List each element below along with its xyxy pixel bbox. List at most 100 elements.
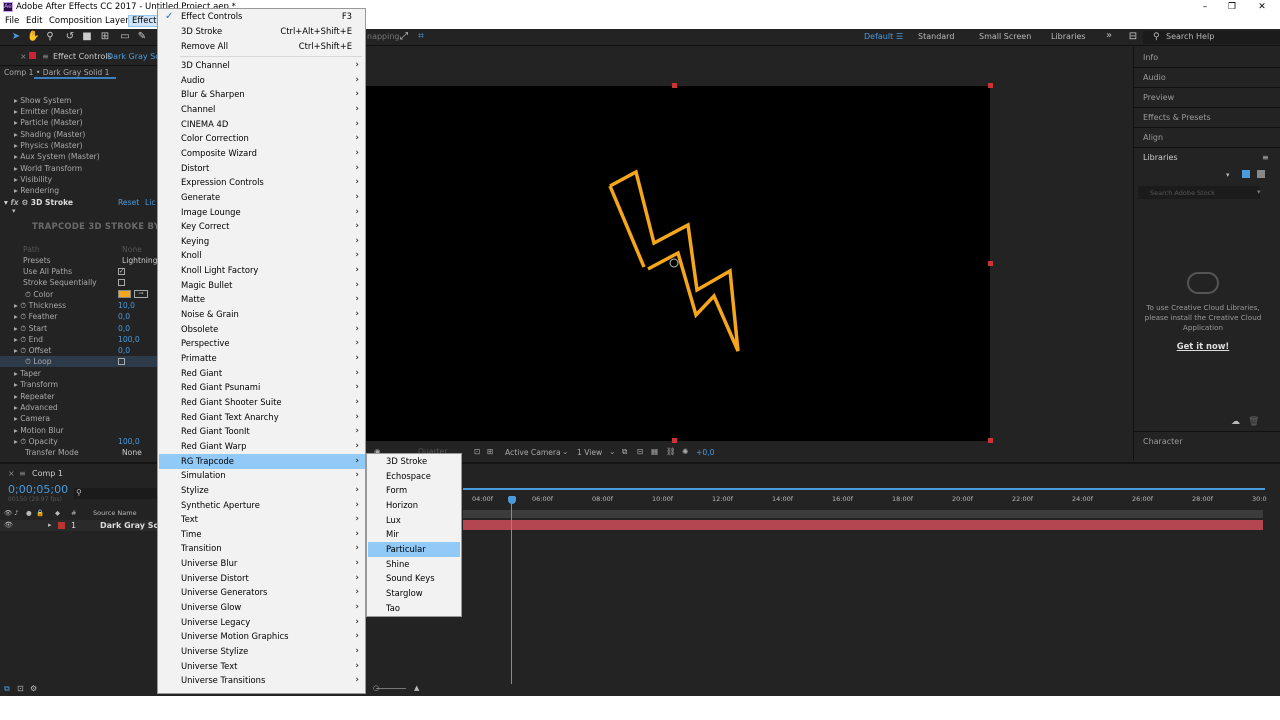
menu-category-time[interactable]: Time › <box>159 527 365 542</box>
group-repeater[interactable]: ▸ Repeater <box>14 391 55 402</box>
comp-1-tab[interactable]: Comp 1 <box>32 469 63 478</box>
chevron-down-icon[interactable]: ▾ <box>1226 171 1230 179</box>
menu-layer[interactable]: Layer <box>105 16 129 26</box>
menu-category-3d-channel[interactable]: 3D Channel › <box>159 58 365 73</box>
opacity-value[interactable]: 100,0 <box>118 436 140 447</box>
playhead-handle[interactable] <box>508 496 516 504</box>
group-visibility[interactable]: ▸ Visibility <box>14 174 52 185</box>
zoom-slider[interactable] <box>376 688 406 689</box>
transparency-grid-icon[interactable]: ⊞ <box>487 447 493 456</box>
menu-category-universe-transitions[interactable]: Universe Transitions › <box>159 673 365 688</box>
group-advanced[interactable]: ▸ Advanced <box>14 402 58 413</box>
transfer-mode-dropdown[interactable]: None <box>122 447 142 458</box>
submenu-item-mir[interactable]: Mir <box>368 527 460 542</box>
fast-previews-icon[interactable]: ⊟ <box>637 447 643 456</box>
group-rendering[interactable]: ▸ Rendering <box>14 185 59 196</box>
zoom-in-icon[interactable]: ▲ <box>414 684 419 692</box>
menu-category-key-correct[interactable]: Key Correct › <box>159 219 365 234</box>
cloud-sync-icon[interactable]: ☁ <box>1231 417 1240 427</box>
menu-item-effect-controls[interactable]: ✓ Effect Controls F3 <box>159 9 365 24</box>
menu-category-knoll[interactable]: Knoll › <box>159 248 365 263</box>
effect-controls-layer[interactable]: Dark Gray Soli <box>107 52 165 61</box>
audio-column-icon[interactable]: ♪ <box>14 509 18 517</box>
adobe-stock-search[interactable]: Search Adobe Stock <box>1138 186 1260 199</box>
get-it-now-link[interactable]: Get it now! <box>1140 341 1266 351</box>
layer-handle[interactable] <box>988 83 993 88</box>
submenu-item-shine[interactable]: Shine <box>368 557 460 572</box>
group-transform[interactable]: ▸ Transform <box>14 379 58 390</box>
list-view-icon[interactable] <box>1257 170 1265 178</box>
grid-view-icon[interactable] <box>1242 170 1250 178</box>
toggle-pixel-aspect-icon[interactable]: ⧉ <box>622 447 627 457</box>
eye-icon[interactable]: 👁 <box>4 521 13 529</box>
menu-category-text[interactable]: Text › <box>159 512 365 527</box>
current-timecode[interactable]: 0;00;05;00 <box>8 483 68 496</box>
panel-effects-presets[interactable]: Effects & Presets <box>1143 113 1211 122</box>
layer-handle[interactable] <box>988 438 993 443</box>
start-value[interactable]: 0,0 <box>118 323 130 334</box>
menu-category-red-giant-toonit[interactable]: Red Giant ToonIt › <box>159 424 365 439</box>
menu-category-rg-trapcode[interactable]: RG Trapcode › <box>159 453 365 469</box>
visibility-column-icon[interactable]: 👁 <box>4 509 12 517</box>
stroke-sequentially-checkbox[interactable] <box>118 279 125 286</box>
time-ruler[interactable]: 04:00f 06:00f 08:00f 10:00f 12:00f 14:00… <box>463 488 1267 508</box>
end-value[interactable]: 100,0 <box>118 334 140 345</box>
menu-category-audio[interactable]: Audio › <box>159 73 365 88</box>
group-motion-blur[interactable]: ▸ Motion Blur <box>14 425 64 436</box>
exposure-icon[interactable]: ✺ <box>682 447 688 456</box>
group-emitter[interactable]: ▸ Emitter (Master) <box>14 106 83 117</box>
panel-info[interactable]: Info <box>1143 53 1158 62</box>
color-swatch[interactable] <box>118 290 131 298</box>
panel-libraries[interactable]: Libraries <box>1143 153 1178 162</box>
menu-category-simulation[interactable]: Simulation › <box>159 468 365 483</box>
effect-controls-tab[interactable]: Effect Controls <box>53 52 112 61</box>
lock-column-icon[interactable]: 🔒 <box>36 509 44 517</box>
menu-category-blur-sharpen[interactable]: Blur & Sharpen › <box>159 87 365 102</box>
loop-checkbox[interactable] <box>118 358 125 365</box>
menu-category-channel[interactable]: Channel › <box>159 102 365 117</box>
rectangle-tool-icon[interactable]: ▭ <box>119 31 131 43</box>
search-help-input[interactable]: Search Help <box>1166 32 1214 41</box>
toggle-switches-icon[interactable]: ⧉ <box>4 684 10 694</box>
menu-category-universe-motion-graphics[interactable]: Universe Motion Graphics › <box>159 629 365 644</box>
panel-character[interactable]: Character <box>1143 437 1183 446</box>
menu-category-matte[interactable]: Matte › <box>159 292 365 307</box>
label-column-icon[interactable]: ◆ <box>55 509 60 517</box>
menu-category-red-giant-text-anarchy[interactable]: Red Giant Text Anarchy › <box>159 410 365 425</box>
hand-tool-icon[interactable]: ✋ <box>27 31 39 43</box>
menu-category-universe-legacy[interactable]: Universe Legacy › <box>159 615 365 630</box>
menu-item-remove-all[interactable]: Remove All Ctrl+Shift+E <box>159 39 365 54</box>
menu-category-composite-wizard[interactable]: Composite Wizard › <box>159 146 365 161</box>
chevron-down-icon[interactable]: ▾ <box>1257 188 1261 196</box>
workspace-standard[interactable]: Standard <box>918 32 954 41</box>
expand-arrow-icon[interactable]: ▸ <box>48 521 52 529</box>
layer-handle[interactable] <box>672 83 677 88</box>
submenu-item-sound-keys[interactable]: Sound Keys <box>368 571 460 586</box>
menu-category-red-giant-shooter-suite[interactable]: Red Giant Shooter Suite › <box>159 395 365 410</box>
close-tab-icon[interactable]: × <box>8 469 15 478</box>
menu-composition[interactable]: Composition <box>49 16 102 26</box>
menu-category-transition[interactable]: Transition › <box>159 541 365 556</box>
sync-settings-icon[interactable]: ⊟ <box>1127 31 1139 43</box>
menu-category-universe-distort[interactable]: Universe Distort › <box>159 571 365 586</box>
menu-category-obsolete[interactable]: Obsolete › <box>159 322 365 337</box>
menu-category-primatte[interactable]: Primatte › <box>159 351 365 366</box>
collapse-arrow-icon[interactable]: ▾ <box>12 207 16 215</box>
zoom-out-icon[interactable]: ○ <box>373 684 379 692</box>
menu-category-keying[interactable]: Keying › <box>159 234 365 249</box>
group-aux-system[interactable]: ▸ Aux System (Master) <box>14 151 100 162</box>
menu-category-synthetic-aperture[interactable]: Synthetic Aperture › <box>159 498 365 513</box>
workspace-default[interactable]: Default <box>864 32 893 41</box>
workspace-libraries[interactable]: Libraries <box>1051 32 1086 41</box>
menu-category-distort[interactable]: Distort › <box>159 161 365 176</box>
menu-category-universe-text[interactable]: Universe Text › <box>159 659 365 674</box>
submenu-item-tao[interactable]: Tao <box>368 601 460 616</box>
group-shading[interactable]: ▸ Shading (Master) <box>14 129 85 140</box>
submenu-item-form[interactable]: Form <box>368 483 460 498</box>
menu-category-color-correction[interactable]: Color Correction › <box>159 131 365 146</box>
menu-category-generate[interactable]: Generate › <box>159 190 365 205</box>
lock-icon[interactable] <box>29 52 36 59</box>
menu-category-image-lounge[interactable]: Image Lounge › <box>159 205 365 220</box>
chevron-down-icon[interactable]: ⌄ <box>562 447 568 456</box>
close-tab-icon[interactable]: × <box>20 52 27 61</box>
